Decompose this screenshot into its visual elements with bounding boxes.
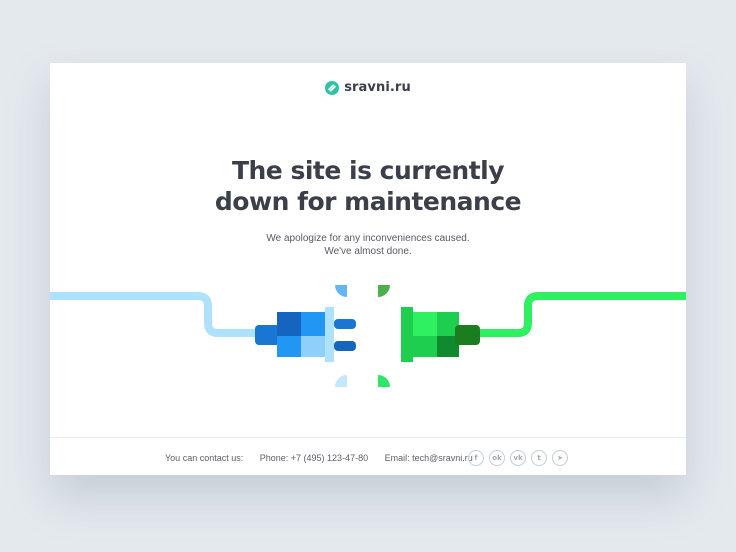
telegram-icon[interactable]: ➤ bbox=[552, 450, 568, 466]
footer: You can contact us: Phone: +7 (495) 123-… bbox=[50, 437, 686, 476]
odnoklassniki-icon[interactable]: ok bbox=[489, 450, 505, 466]
spark-right-top bbox=[378, 285, 390, 297]
social-links: f ok vk t ➤ bbox=[468, 450, 568, 466]
site-logo[interactable]: sravni.ru bbox=[50, 80, 686, 95]
vk-icon[interactable]: vk bbox=[510, 450, 526, 466]
blue-plug bbox=[255, 307, 356, 362]
facebook-icon[interactable]: f bbox=[468, 450, 484, 466]
logo-text: sravni.ru bbox=[344, 80, 411, 95]
message-line-1: We apologize for any inconveniences caus… bbox=[266, 233, 470, 244]
green-socket bbox=[401, 307, 480, 362]
spark-left-top bbox=[335, 285, 347, 297]
title-line-1: The site is currently bbox=[231, 156, 505, 185]
page-title: The site is currently down for maintenan… bbox=[50, 155, 686, 217]
right-cable bbox=[480, 292, 686, 337]
contact-info: You can contact us: Phone: +7 (495) 123-… bbox=[165, 453, 473, 463]
spark-left-bottom bbox=[335, 375, 347, 387]
message-line-2: We've almost done. bbox=[324, 246, 412, 257]
left-cable bbox=[50, 292, 256, 337]
twitter-icon[interactable]: t bbox=[531, 450, 547, 466]
sravni-logo-icon bbox=[325, 80, 340, 95]
phone-link[interactable]: Phone: +7 (495) 123-47-80 bbox=[260, 453, 368, 463]
maintenance-card: sravni.ru The site is currently down for… bbox=[50, 63, 686, 475]
email-link[interactable]: Email: tech@sravni.ru bbox=[385, 453, 473, 463]
apology-message: We apologize for any inconveniences caus… bbox=[50, 232, 686, 258]
title-line-2: down for maintenance bbox=[214, 187, 522, 216]
spark-right-bottom bbox=[378, 375, 390, 387]
contact-label: You can contact us: bbox=[165, 453, 244, 463]
unplugged-cable-illustration bbox=[50, 285, 686, 387]
